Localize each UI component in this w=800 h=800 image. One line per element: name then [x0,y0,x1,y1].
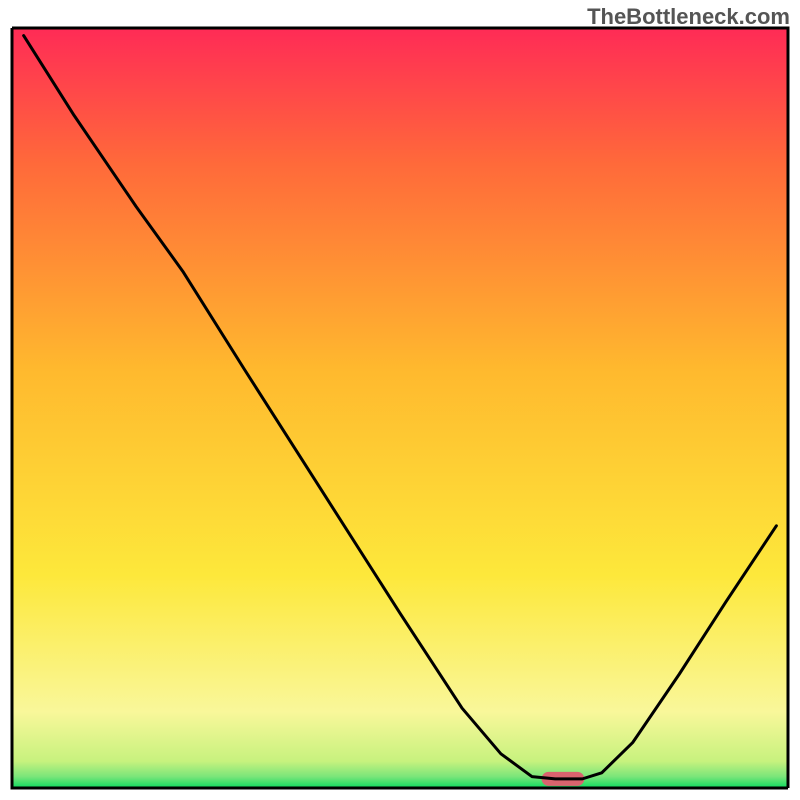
chart-canvas [0,0,800,800]
watermark-text: TheBottleneck.com [587,4,790,30]
bottleneck-chart: TheBottleneck.com [0,0,800,800]
